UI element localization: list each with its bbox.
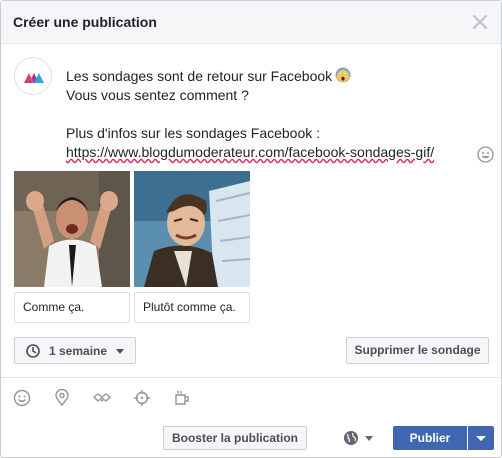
publish-options-dropdown[interactable]	[468, 426, 494, 450]
handshake-icon[interactable]	[93, 389, 111, 407]
close-icon[interactable]	[469, 11, 491, 33]
globe-icon	[344, 431, 358, 445]
dialog-title: Créer une publication	[13, 14, 157, 30]
cup-icon[interactable]	[173, 389, 191, 407]
poll-option-gif[interactable]	[14, 171, 130, 287]
post-text-line: Plus d'infos sur les sondages Facebook :	[66, 125, 321, 141]
poll-option: Plutôt comme ça.	[134, 171, 250, 323]
audience-selector[interactable]	[343, 429, 377, 447]
remove-poll-button[interactable]: Supprimer le sondage	[346, 337, 489, 364]
dialog-header: Créer une publication	[1, 1, 501, 44]
boost-post-button[interactable]: Booster la publication	[163, 426, 307, 450]
divider	[1, 377, 501, 378]
poll-option-gif[interactable]	[134, 171, 250, 287]
location-pin-icon[interactable]	[53, 388, 71, 407]
chevron-down-icon	[365, 436, 373, 441]
poll-option: Comme ça.	[14, 171, 130, 323]
post-text-area[interactable]: Les sondages sont de retour sur Facebook…	[66, 67, 466, 162]
chevron-down-icon	[476, 436, 486, 441]
post-text-line: Les sondages sont de retour sur Facebook	[66, 68, 333, 84]
post-text-line: Vous vous sentez comment ?	[66, 87, 249, 103]
crosshair-icon[interactable]	[133, 389, 151, 407]
emoji-picker-button[interactable]	[477, 146, 494, 163]
create-post-dialog: Créer une publication Les sondages sont …	[0, 0, 502, 458]
post-link[interactable]: https://www.blogdumoderateur.com/faceboo…	[66, 143, 466, 162]
poll-duration-dropdown[interactable]: 1 semaine	[14, 337, 136, 364]
poll-option-input[interactable]: Comme ça.	[14, 292, 130, 323]
poll-duration-label: 1 semaine	[49, 344, 108, 358]
screaming-face-emoji-icon	[335, 67, 351, 83]
poll-option-input[interactable]: Plutôt comme ça.	[134, 292, 250, 323]
chevron-down-icon	[116, 349, 124, 354]
clock-icon	[26, 344, 40, 358]
smiley-icon	[477, 146, 494, 163]
smiley-icon[interactable]	[13, 389, 31, 407]
avatar[interactable]	[14, 57, 52, 95]
publish-button[interactable]: Publier	[393, 426, 467, 450]
